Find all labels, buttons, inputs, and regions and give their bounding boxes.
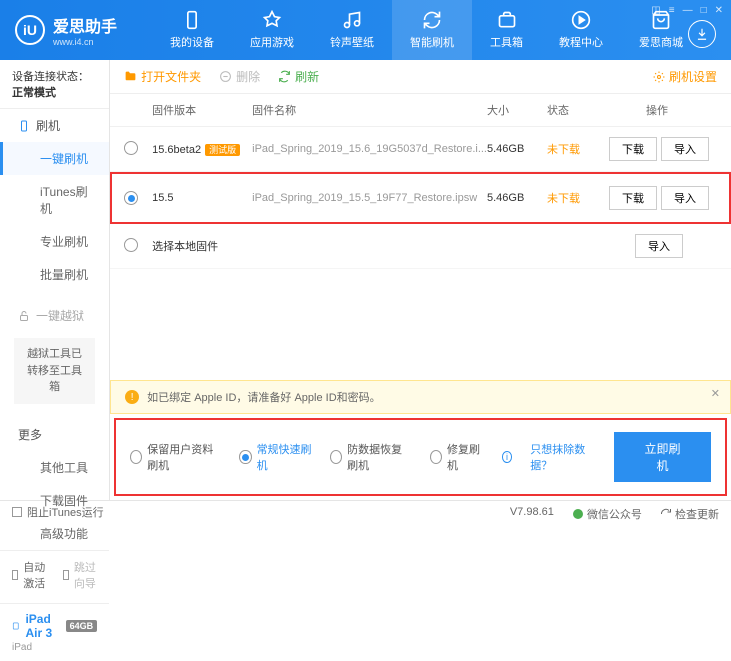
toolbar-open-folder[interactable]: 打开文件夹 [124, 68, 201, 85]
firmware-row-selected[interactable]: 15.5 iPad_Spring_2019_15.5_19F77_Restore… [110, 172, 731, 224]
main-panel: 打开文件夹 删除 刷新 刷机设置 固件版本 固件名称 大小 状态 操作 15.6… [110, 60, 731, 500]
menu-icon[interactable]: ≡ [669, 5, 675, 16]
nav-device[interactable]: 我的设备 [152, 0, 232, 60]
opt-quick[interactable]: 常规快速刷机 [239, 441, 312, 473]
connection-status: 设备连接状态：正常模式 [0, 60, 109, 109]
check-update-link[interactable]: 检查更新 [660, 506, 719, 522]
jailbreak-moved-notice: 越狱工具已转移至工具箱 [14, 338, 95, 404]
flash-now-button[interactable]: 立即刷机 [614, 432, 711, 482]
window-controls: ◫ ≡ — □ ✕ [651, 5, 723, 16]
firmware-row-local[interactable]: 选择本地固件 导入 [110, 224, 731, 269]
toolbar-refresh[interactable]: 刷新 [278, 68, 319, 85]
nav-apps[interactable]: 应用游戏 [232, 0, 312, 60]
download-button[interactable]: 下载 [609, 186, 657, 210]
toolbar: 打开文件夹 删除 刷新 刷机设置 [110, 60, 731, 94]
import-button[interactable]: 导入 [661, 186, 709, 210]
sidebar-item-itunes[interactable]: iTunes刷机 [0, 175, 109, 225]
sidebar-group-flash[interactable]: 刷机 [0, 109, 109, 142]
logo-icon: iU [15, 15, 45, 45]
app-header: iU 爱思助手 www.i4.cn 我的设备 应用游戏 铃声壁纸 智能刷机 工具… [0, 0, 731, 60]
sidebar-group-jailbreak[interactable]: 一键越狱 [0, 299, 109, 332]
close-icon[interactable]: ✕ [715, 5, 723, 16]
sidebar-item-oneclick[interactable]: 一键刷机 [0, 142, 109, 175]
nav-toolbox[interactable]: 工具箱 [472, 0, 541, 60]
firmware-row[interactable]: 15.6beta2测试版 iPad_Spring_2019_15.6_19G50… [110, 127, 731, 172]
radio-checked[interactable] [124, 191, 138, 205]
checkbox-autoactivate[interactable]: 自动激活 跳过向导 [12, 559, 97, 591]
erase-only-link[interactable]: 只想抹除数据？ [530, 441, 596, 473]
warning-icon: ! [125, 390, 139, 404]
opt-antirestore[interactable]: 防数据恢复刷机 [330, 441, 412, 473]
info-icon[interactable]: i [502, 451, 513, 463]
import-button[interactable]: 导入 [661, 137, 709, 161]
nav-flash[interactable]: 智能刷机 [392, 0, 472, 60]
app-url: www.i4.cn [53, 37, 117, 47]
app-logo: iU 爱思助手 www.i4.cn [0, 13, 132, 47]
checkbox-block-itunes[interactable]: 阻止iTunes运行 [12, 504, 104, 520]
opt-repair[interactable]: 修复刷机 [430, 441, 484, 473]
nav-tutorials[interactable]: 教程中心 [541, 0, 621, 60]
minimize-icon[interactable]: — [683, 5, 693, 16]
sidebar-item-advanced[interactable]: 高级功能 [0, 517, 109, 550]
wechat-link[interactable]: 微信公众号 [572, 506, 642, 522]
download-button[interactable]: 下载 [609, 137, 657, 161]
toolbar-delete[interactable]: 删除 [219, 68, 260, 85]
skin-icon[interactable]: ◫ [651, 5, 660, 16]
toolbar-settings[interactable]: 刷机设置 [653, 68, 717, 85]
sidebar-group-more[interactable]: 更多 [0, 418, 109, 451]
main-nav: 我的设备 应用游戏 铃声壁纸 智能刷机 工具箱 教程中心 爱思商城 [152, 0, 731, 60]
appleid-notice: ! 如已绑定 Apple ID，请准备好 Apple ID和密码。 ✕ [110, 380, 731, 414]
maximize-icon[interactable]: □ [701, 5, 707, 16]
sidebar-item-batch[interactable]: 批量刷机 [0, 258, 109, 291]
nav-ringtones[interactable]: 铃声壁纸 [312, 0, 392, 60]
radio-unchecked[interactable] [124, 141, 138, 155]
app-name: 爱思助手 [53, 19, 117, 36]
radio-unchecked[interactable] [124, 238, 138, 252]
import-button[interactable]: 导入 [635, 234, 683, 258]
close-notice-icon[interactable]: ✕ [711, 387, 720, 400]
sidebar-item-pro[interactable]: 专业刷机 [0, 225, 109, 258]
footer: 阻止iTunes运行 V7.98.61 微信公众号 检查更新 [0, 500, 731, 526]
opt-keepdata[interactable]: 保留用户资料刷机 [130, 441, 221, 473]
flash-options: 保留用户资料刷机 常规快速刷机 防数据恢复刷机 修复刷机 i 只想抹除数据？ 立… [114, 418, 727, 496]
sidebar: 设备连接状态：正常模式 刷机 一键刷机 iTunes刷机 专业刷机 批量刷机 一… [0, 60, 110, 500]
version-label: V7.98.61 [510, 506, 554, 522]
firmware-table-header: 固件版本 固件名称 大小 状态 操作 [110, 94, 731, 127]
sidebar-item-othertools[interactable]: 其他工具 [0, 451, 109, 484]
download-manager-icon[interactable] [688, 20, 716, 48]
device-info[interactable]: iPad Air 364GB iPad [0, 603, 109, 661]
